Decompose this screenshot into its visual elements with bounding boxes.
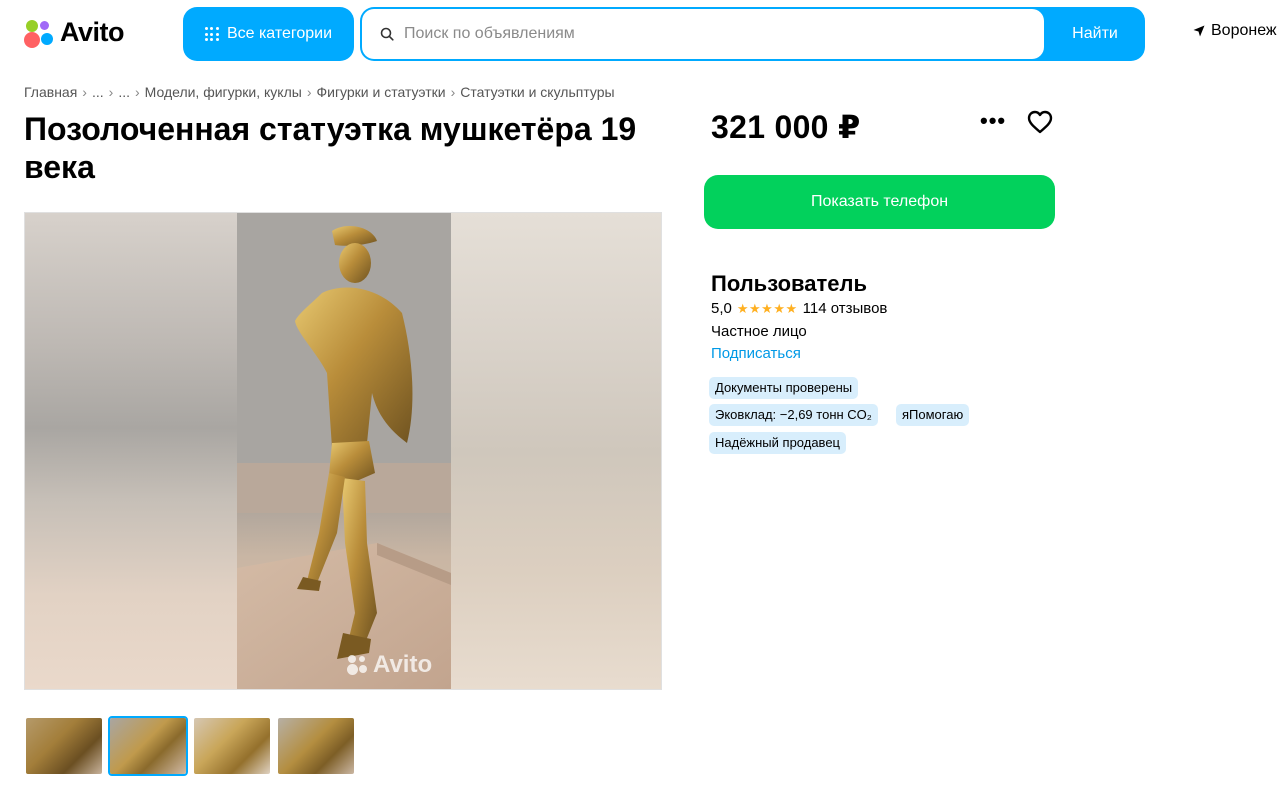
reviews-count: 114 отзывов xyxy=(802,300,888,317)
thumbnail-1[interactable] xyxy=(24,716,104,776)
musketeer-statuette-image xyxy=(237,213,451,689)
all-categories-label: Все категории xyxy=(226,25,333,42)
seller-rating[interactable]: 5,0 ★★★★★ 114 отзывов xyxy=(711,300,887,317)
badge-reliable-seller[interactable]: Надёжный продавец xyxy=(709,432,846,454)
rating-value: 5,0 xyxy=(711,300,732,317)
chevron-right-icon: › xyxy=(306,84,312,100)
watermark-dots-icon xyxy=(347,654,369,676)
image-gallery[interactable]: Avito xyxy=(24,212,662,690)
breadcrumb-item-statuettes[interactable]: Статуэтки и скульптуры xyxy=(460,84,614,100)
listing-title: Позолоченная статуэтка мушкетёра 19 века xyxy=(24,111,637,185)
gallery-blur-left xyxy=(25,213,237,689)
breadcrumb-item-home[interactable]: Главная xyxy=(24,84,77,100)
thumbnail-image xyxy=(194,718,270,774)
chevron-right-icon: › xyxy=(134,84,140,100)
search-input[interactable] xyxy=(404,25,1004,43)
avito-logo-icon xyxy=(24,18,54,48)
thumbnail-strip xyxy=(24,716,356,776)
chevron-right-icon: › xyxy=(450,84,456,100)
grid-dots-icon xyxy=(204,27,219,41)
search-icon xyxy=(380,27,394,41)
breadcrumb: Главная › ... › ... › Модели, фигурки, к… xyxy=(24,84,615,100)
thumbnail-4[interactable] xyxy=(276,716,356,776)
watermark-text: Avito xyxy=(373,651,433,678)
logo-text: Avito xyxy=(60,17,125,47)
search-button[interactable]: Найти xyxy=(1045,7,1145,61)
more-options-button[interactable]: ••• xyxy=(980,108,1006,134)
thumbnail-image xyxy=(278,718,354,774)
thumbnail-image xyxy=(26,718,102,774)
show-phone-button[interactable]: Показать телефон xyxy=(704,175,1055,229)
badge-documents-verified[interactable]: Документы проверены xyxy=(709,377,859,399)
all-categories-button[interactable]: Все категории xyxy=(183,7,354,61)
search-box xyxy=(362,9,1044,59)
gallery-blur-right xyxy=(449,213,661,689)
badge-ya-pomogayu[interactable]: яПомогаю xyxy=(896,404,970,426)
thumbnail-2[interactable] xyxy=(108,716,188,776)
main-photo[interactable] xyxy=(237,213,451,689)
seller-type: Частное лицо xyxy=(711,323,807,340)
price: 321 000 ₽ xyxy=(711,109,861,145)
thumbnail-3[interactable] xyxy=(192,716,272,776)
heart-icon[interactable] xyxy=(1026,109,1054,135)
breadcrumb-item-figurines[interactable]: Фигурки и статуэтки xyxy=(316,84,445,100)
avito-watermark: Avito xyxy=(347,651,432,679)
breadcrumb-item-models[interactable]: Модели, фигурки, куклы xyxy=(145,84,302,100)
location-label: Воронеж xyxy=(1211,22,1277,39)
breadcrumb-item-collapsed[interactable]: ... xyxy=(92,84,104,100)
chevron-right-icon: › xyxy=(82,84,87,100)
avito-logo[interactable]: Avito xyxy=(24,17,125,48)
subscribe-link[interactable]: Подписаться xyxy=(711,345,801,362)
chevron-right-icon: › xyxy=(108,84,114,100)
seller-name[interactable]: Пользователь xyxy=(711,271,867,297)
search-bar: Найти xyxy=(360,7,1145,61)
thumbnail-image xyxy=(110,718,186,774)
star-rating-icon: ★★★★★ xyxy=(736,300,798,316)
breadcrumb-item-collapsed[interactable]: ... xyxy=(118,84,130,100)
location-selector[interactable]: Воронеж xyxy=(1193,22,1277,40)
badge-eco-contribution[interactable]: Эковклад: −2,69 тонн CO₂ xyxy=(709,404,878,426)
location-arrow-icon xyxy=(1193,25,1205,37)
